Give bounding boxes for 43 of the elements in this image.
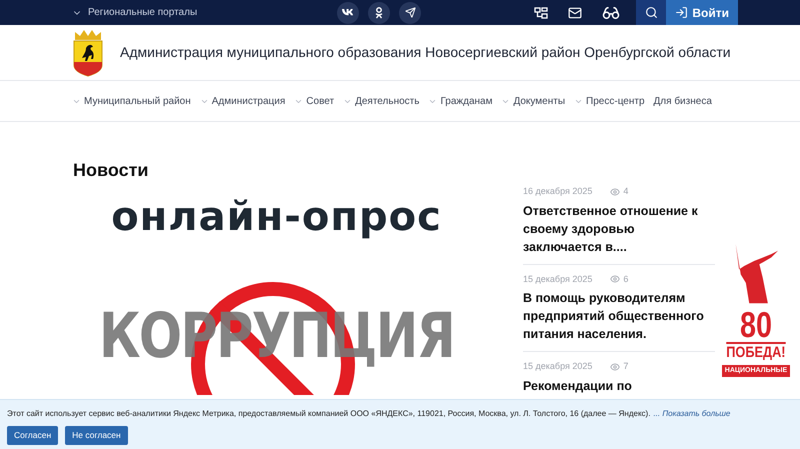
- victory-number: 80: [740, 308, 772, 342]
- nav-link[interactable]: Гражданам: [440, 94, 492, 108]
- search-button[interactable]: [636, 0, 666, 25]
- mail-icon[interactable]: [568, 6, 582, 20]
- login-button[interactable]: Войти: [666, 0, 738, 25]
- sitemap-icon: [534, 6, 548, 18]
- news-title-link[interactable]: Рекомендации по: [523, 376, 715, 394]
- view-count: 6: [623, 272, 628, 286]
- vk-icon: [342, 8, 354, 16]
- show-more-link[interactable]: ... Показать больше: [653, 408, 730, 420]
- nav-link[interactable]: Пресс-центр: [586, 94, 645, 108]
- ok-link[interactable]: [368, 2, 390, 24]
- eye-icon: [610, 186, 620, 197]
- search-icon: [644, 6, 658, 19]
- nav-link[interactable]: Деятельность: [355, 94, 420, 108]
- telegram-link[interactable]: [399, 2, 421, 24]
- ok-icon: [375, 6, 383, 18]
- site-title: Администрация муниципального образования Новосергиевский район Оренбургской области: [120, 43, 731, 62]
- view-count: 4: [623, 185, 628, 198]
- news-title-link[interactable]: В помощь руководителям предприятий общественного питания населения.: [523, 289, 715, 343]
- victory-slogan: ПОБЕДА!: [726, 342, 786, 361]
- nav-link[interactable]: Для бизнеса: [654, 94, 712, 108]
- consent-button[interactable]: Согласен: [7, 426, 58, 445]
- nav-link[interactable]: Совет: [306, 94, 334, 108]
- news-heading: Новости: [73, 159, 150, 181]
- nav-link[interactable]: Администрация: [212, 94, 286, 108]
- image-headline: онлайн-опрос: [111, 193, 442, 241]
- nav-link[interactable]: Муниципальный район: [84, 94, 191, 108]
- view-count: 7: [623, 360, 628, 373]
- nav-link[interactable]: Документы: [513, 94, 566, 108]
- news-title-link[interactable]: Ответственное отношение к своему здоровью заключается в....: [523, 202, 715, 256]
- eye-icon: [610, 274, 620, 284]
- news-date: 16 декабря 2025: [523, 185, 592, 198]
- news-date: 15 декабря 2025: [523, 272, 592, 286]
- vk-link[interactable]: [337, 2, 359, 24]
- paper-plane-icon: [404, 7, 416, 18]
- regional-portals-button[interactable]: Региональные порталы: [72, 5, 337, 20]
- coat-of-arms-drawing: [72, 28, 104, 78]
- consent-button[interactable]: Не согласен: [65, 426, 128, 445]
- news-date: 15 декабря 2025: [523, 360, 592, 373]
- eye-icon: [610, 362, 620, 372]
- cookie-notice-text: Этот сайт использует сервис веб-аналитики Яндекс Метрика, предоставляемый компанией ООО «ЯНДЕКС», 119021, Россия, Москва, ул. Л. Толстого, 16 (далее — Яндекс).: [7, 408, 650, 420]
- login-icon: [675, 6, 688, 19]
